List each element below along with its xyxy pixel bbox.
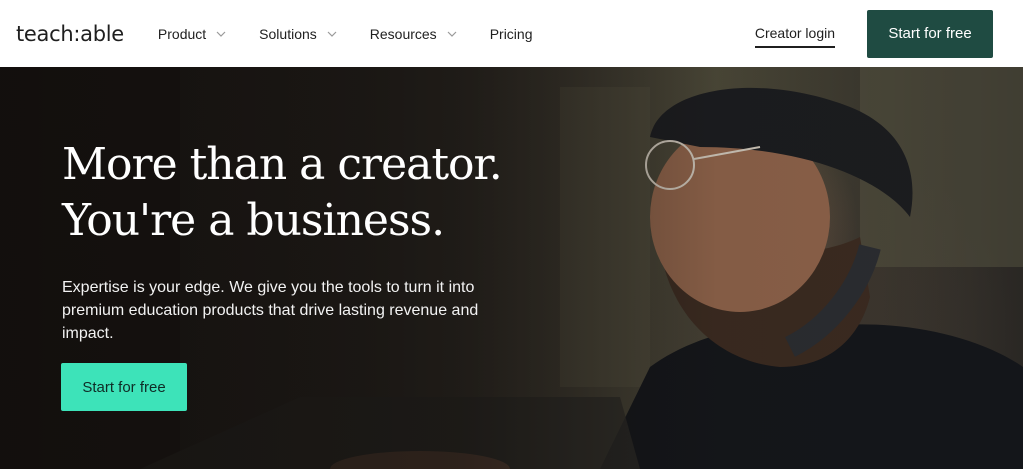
start-for-free-hero-button[interactable]: Start for free <box>61 363 187 411</box>
hero-subtext: Expertise is your edge. We give you the … <box>62 279 479 342</box>
teachable-logo[interactable]: teach:able <box>16 22 124 46</box>
top-navigation: teach:able Product Solutions Resources P… <box>0 0 1023 67</box>
creator-login-link[interactable]: Creator login <box>754 25 835 48</box>
menu-item-solutions[interactable]: Solutions <box>259 26 337 42</box>
menu-item-label: Solutions <box>259 25 317 42</box>
menu-item-pricing[interactable]: Pricing <box>490 26 533 42</box>
menu-item-label: Product <box>157 25 207 42</box>
headline-line: More than a creator. <box>62 139 503 190</box>
hero-headline: More than a creator. You're a business. <box>62 137 582 249</box>
menu-item-resources[interactable]: Resources <box>370 26 457 42</box>
main-menu: Product Solutions Resources Pricing <box>158 26 566 42</box>
chevron-down-icon <box>447 29 457 39</box>
hero-section: More than a creator. You're a business. … <box>0 67 1023 469</box>
headline-line: You're a business. <box>62 195 445 246</box>
menu-item-label: Resources <box>369 25 437 42</box>
chevron-down-icon <box>327 29 337 39</box>
chevron-down-icon <box>216 29 226 39</box>
start-for-free-nav-button[interactable]: Start for free <box>867 9 993 58</box>
menu-item-label: Pricing <box>489 25 533 42</box>
menu-item-product[interactable]: Product <box>158 26 226 42</box>
